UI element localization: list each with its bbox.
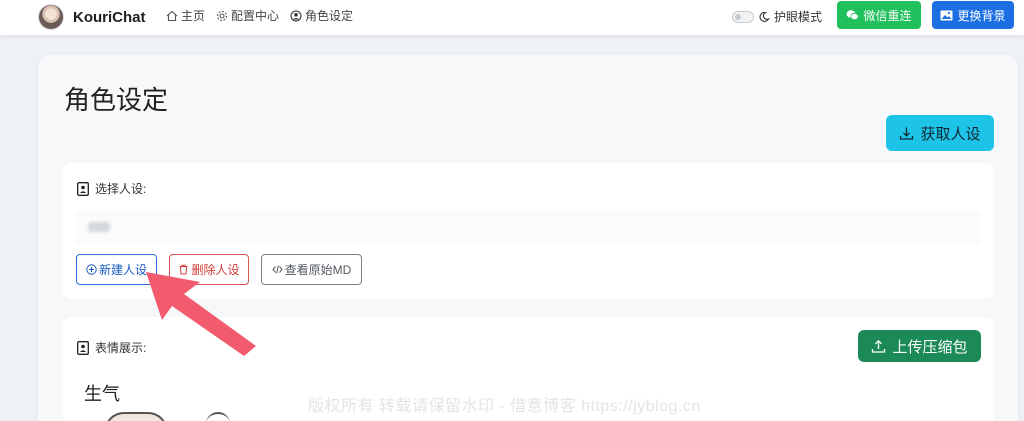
annotation-arrow-icon	[146, 272, 256, 356]
code-icon	[272, 265, 283, 274]
upload-icon	[872, 339, 886, 353]
brand-avatar	[38, 4, 64, 30]
gear-icon	[216, 10, 228, 21]
moon-icon	[759, 11, 770, 22]
page-title: 角色设定	[64, 85, 169, 115]
upload-zip-label: 上传压缩包	[892, 338, 968, 356]
persona-selected-value	[88, 222, 110, 232]
wechat-reconnect-button[interactable]: 微信重连	[837, 1, 921, 29]
watermark: 版权所有 转载请保留水印 - 借意博客 https://jyblog.cn	[308, 398, 701, 415]
nav-links: 主页 配置中心 角色设定	[166, 7, 353, 24]
eye-mode-toggle[interactable]	[732, 10, 754, 23]
change-background-button[interactable]: 更换背景	[932, 1, 1014, 29]
download-icon	[900, 127, 914, 140]
wechat-reconnect-label: 微信重连	[863, 8, 912, 23]
nav-home[interactable]: 主页	[166, 7, 205, 24]
top-navbar: KouriChat 主页 配置中心 角色设定 护眼模式 微信重连 更换背景	[0, 0, 1024, 36]
fetch-persona-label: 获取人设	[920, 125, 981, 143]
user-circle-icon	[290, 9, 302, 22]
plus-circle-icon	[86, 264, 97, 275]
view-md-label: 查看原始MD	[284, 263, 352, 277]
persona-select-text: 选择人设:	[95, 182, 147, 196]
id-card-icon	[77, 340, 89, 355]
persona-select[interactable]	[75, 210, 981, 244]
emotion-label-text: 表情展示:	[95, 341, 147, 355]
eye-mode-control[interactable]: 护眼模式	[732, 8, 822, 25]
emotion-label: 表情展示:	[77, 339, 146, 356]
persona-select-label: 选择人设:	[77, 180, 146, 197]
home-icon	[166, 10, 178, 21]
nav-config-label: 配置中心	[231, 9, 280, 23]
wechat-icon	[846, 10, 860, 21]
eye-mode-label: 护眼模式	[774, 10, 823, 24]
fetch-persona-button[interactable]: 获取人设	[886, 115, 994, 151]
nav-config[interactable]: 配置中心	[216, 7, 279, 24]
brand[interactable]: KouriChat	[38, 2, 146, 32]
upload-zip-button[interactable]: 上传压缩包	[858, 330, 981, 362]
nav-role[interactable]: 角色设定	[290, 7, 353, 24]
nav-role-label: 角色设定	[305, 9, 354, 23]
change-background-label: 更换背景	[957, 8, 1006, 23]
view-md-button[interactable]: 查看原始MD	[261, 254, 362, 285]
brand-name: KouriChat	[73, 8, 146, 26]
nav-home-label: 主页	[181, 9, 206, 23]
id-card-icon	[77, 181, 89, 196]
image-icon	[940, 10, 953, 20]
emotion-section-title: 生气	[84, 384, 120, 404]
